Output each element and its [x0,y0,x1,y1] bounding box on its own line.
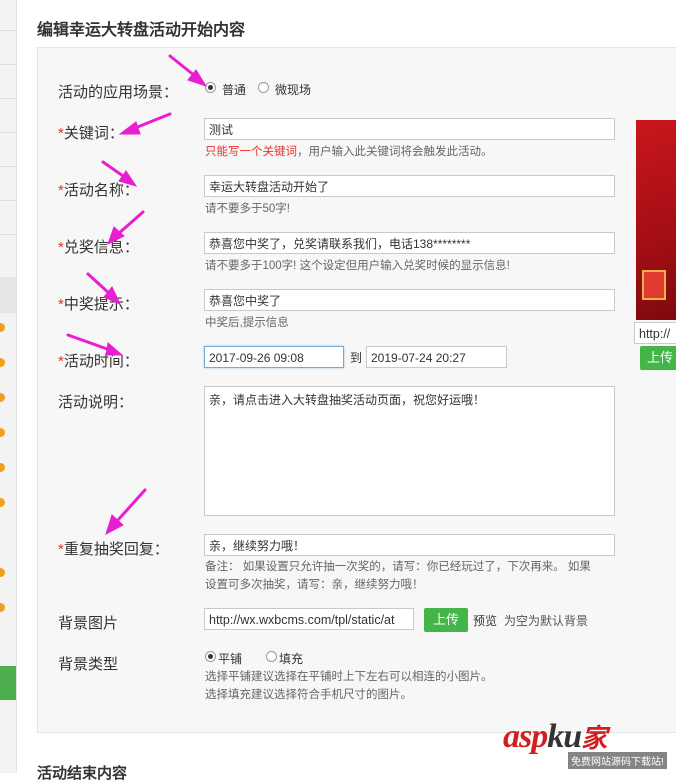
watermark-logo: aspku家 [503,718,607,756]
arrow-prize-shaft [116,210,145,236]
watermark-brand: asp [503,718,548,755]
annotation-arrows [66,54,208,536]
arrow-repeat-shaft [116,488,147,522]
arrow-keyword-shaft [133,112,172,130]
arrow-time-icon [105,342,124,356]
arrow-scene-shaft [168,54,197,78]
arrow-tip-shaft [86,272,112,296]
watermark-subtitle: 免费网站源码下载站! [568,752,667,769]
watermark-brand-tail: ku [547,718,582,755]
arrow-keyword-icon [118,121,141,135]
watermark-brand-cn: 家 [581,724,607,753]
arrow-time-shaft [66,333,112,352]
